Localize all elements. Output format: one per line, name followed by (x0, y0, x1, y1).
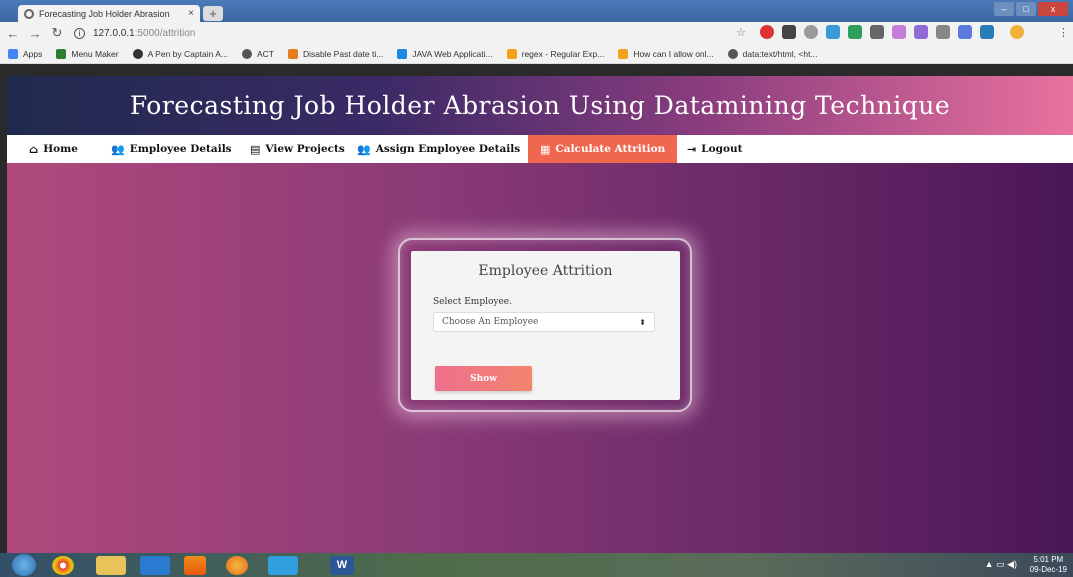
profile-icon[interactable] (1010, 25, 1024, 39)
extension-icon[interactable] (760, 25, 774, 39)
nav-view-projects[interactable]: ▤ View Projects (250, 135, 345, 163)
bookmarks-bar: Apps Menu Maker A Pen by Captain A... AC… (0, 44, 1073, 64)
globe-icon (241, 48, 252, 59)
tray-icons[interactable]: ▲ ▭ ◀) (985, 559, 1017, 570)
url-path: :5000/attrition (134, 27, 196, 39)
bookmark-item[interactable]: data:text/html, <ht... (727, 48, 818, 59)
extension-icon[interactable] (936, 25, 950, 39)
vlc-icon[interactable] (184, 556, 206, 575)
sort-arrows-icon: ⬍ (639, 317, 646, 327)
forward-icon[interactable]: → (26, 26, 44, 41)
stackoverflow-icon (506, 48, 517, 59)
bookmark-icon (287, 48, 298, 59)
url-host: 127.0.0.1 (93, 27, 135, 39)
sign-out-icon: ⇥ (687, 142, 697, 156)
nav-employee-details[interactable]: 👥 Employee Details (111, 135, 232, 163)
users-icon: 👥 (357, 142, 371, 156)
extension-icon[interactable] (892, 25, 906, 39)
calculator-icon: ▦ (540, 142, 551, 156)
page-header: Forecasting Job Holder Abrasion Using Da… (7, 76, 1073, 135)
tab-close-icon[interactable]: × (188, 8, 194, 19)
form-heading: Employee Attrition (478, 263, 613, 279)
firefox-icon[interactable] (226, 556, 248, 575)
stackoverflow-icon (618, 48, 629, 59)
nav-calculate-attrition[interactable]: ▦ Calculate Attrition (528, 135, 678, 163)
bookmark-item[interactable]: regex - Regular Exp... (506, 48, 604, 59)
close-window-button[interactable]: x (1038, 2, 1068, 16)
bookmark-item[interactable]: Disable Past date ti... (287, 48, 383, 59)
tab-title: Forecasting Job Holder Abrasion (39, 8, 170, 19)
chrome-icon[interactable] (52, 556, 74, 575)
menu-icon[interactable]: ⋮ (1058, 26, 1069, 39)
employee-select[interactable]: Choose An Employee ⬍ (433, 312, 655, 332)
users-icon: 👥 (111, 142, 125, 156)
extension-icon[interactable] (782, 25, 796, 39)
extension-icon[interactable] (958, 25, 972, 39)
info-icon[interactable]: i (74, 27, 85, 39)
bookmark-apps[interactable]: Apps (8, 48, 42, 59)
nav-logout[interactable]: ⇥ Logout (687, 135, 742, 163)
main-nav: ⌂ Home 👥 Employee Details ▤ View Projects 👥… (7, 135, 1073, 163)
nav-assign-employee-details[interactable]: 👥 Assign Employee Details (357, 135, 520, 163)
extension-icon[interactable] (870, 25, 884, 39)
taskbar: W ▲ ▭ ◀) 5:01 PM 09-Dec-19 (0, 553, 1073, 577)
globe-icon (24, 8, 34, 19)
bookmark-icon (397, 48, 408, 59)
reload-icon[interactable]: ↻ (48, 25, 66, 41)
minimize-button[interactable]: – (994, 2, 1014, 16)
app-icon[interactable] (268, 556, 298, 575)
browser-tab[interactable]: Forecasting Job Holder Abrasion × (18, 5, 200, 22)
extension-icon[interactable] (980, 25, 994, 39)
file-icon: ▤ (250, 142, 261, 156)
bookmark-item[interactable]: ACT (241, 48, 274, 59)
new-tab-button[interactable]: + (203, 6, 223, 21)
browser-tab-bar: Forecasting Job Holder Abrasion × + – □ … (0, 0, 1073, 22)
vscode-icon[interactable] (140, 556, 170, 575)
globe-icon (727, 48, 738, 59)
address-bar[interactable]: i 127.0.0.1 :5000/attrition (74, 27, 196, 39)
extension-icon[interactable] (826, 25, 840, 39)
select-employee-label: Select Employee. (433, 297, 512, 307)
codepen-icon (132, 48, 143, 59)
bookmark-item[interactable]: A Pen by Captain A... (132, 48, 228, 59)
folder-icon[interactable] (96, 556, 126, 575)
attrition-form-card: Employee Attrition Select Employee. Choo… (411, 251, 680, 400)
bookmark-item[interactable]: JAVA Web Applicati... (397, 48, 493, 59)
start-button[interactable] (12, 554, 36, 576)
employee-select-value: Choose An Employee (442, 317, 539, 327)
extension-icon[interactable] (914, 25, 928, 39)
extension-icon[interactable] (804, 25, 818, 39)
page-title: Forecasting Job Holder Abrasion Using Da… (129, 91, 951, 120)
bookmark-item[interactable]: Menu Maker (56, 48, 119, 59)
apps-icon (8, 48, 18, 59)
back-icon[interactable]: ← (4, 26, 22, 41)
star-icon[interactable]: ☆ (736, 26, 746, 39)
home-icon: ⌂ (29, 142, 39, 156)
nav-home[interactable]: ⌂ Home (29, 135, 78, 163)
browser-toolbar: ← → ↻ i 127.0.0.1 :5000/attrition (0, 22, 1073, 44)
extension-icon[interactable] (848, 25, 862, 39)
bookmark-icon (56, 48, 67, 59)
bookmark-item[interactable]: How can I allow onl... (618, 48, 714, 59)
word-icon[interactable]: W (330, 556, 354, 575)
maximize-button[interactable]: □ (1016, 2, 1036, 16)
clock[interactable]: 5:01 PM 09-Dec-19 (1030, 555, 1067, 575)
show-button[interactable]: Show (435, 366, 532, 391)
